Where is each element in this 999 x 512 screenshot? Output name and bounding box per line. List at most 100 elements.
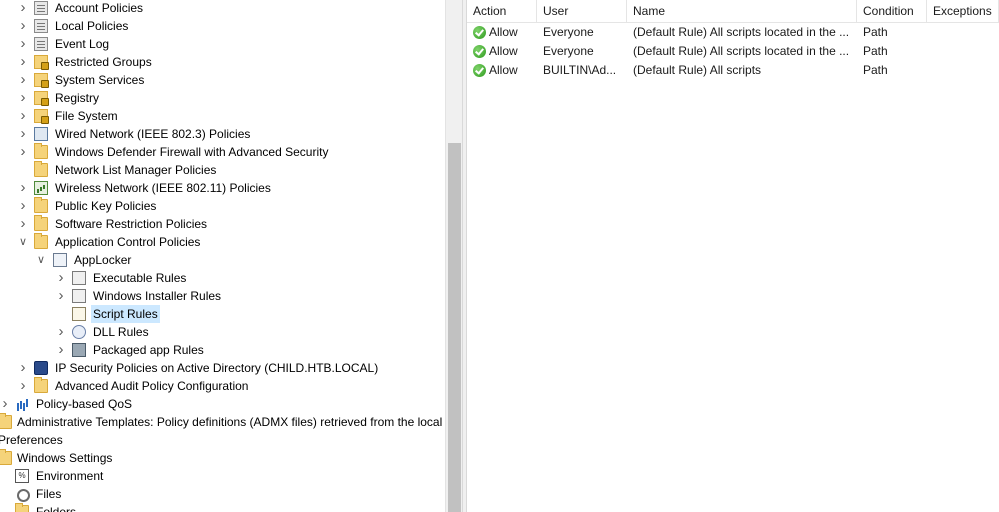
tree-item-label: Folders xyxy=(36,505,77,512)
tree-item[interactable]: › Policy-based QoS xyxy=(0,395,445,413)
files-icon xyxy=(15,487,30,502)
tree-item[interactable]: Files xyxy=(0,485,445,503)
tree-item[interactable]: Windows Settings xyxy=(0,449,445,467)
expand-chevron-icon[interactable]: › xyxy=(56,269,66,287)
tree-item-label: DLL Rules xyxy=(93,325,149,339)
locked-folder-icon xyxy=(34,91,49,106)
folder-icon xyxy=(34,161,48,177)
tree-item[interactable]: % Environment xyxy=(0,467,445,485)
tree-item[interactable]: › Public Key Policies xyxy=(0,197,445,215)
column-header-exceptions[interactable]: Exceptions xyxy=(927,0,999,23)
tree-item[interactable]: Administrative Templates: Policy definit… xyxy=(0,413,445,431)
tree-item[interactable]: › IP Security Policies on Active Director… xyxy=(0,359,445,377)
column-header-user[interactable]: User xyxy=(537,0,627,23)
ipsec-icon xyxy=(34,361,48,375)
tree-item[interactable]: › System Services xyxy=(0,71,445,89)
column-header-action[interactable]: Action xyxy=(467,0,537,23)
expand-chevron-icon[interactable]: › xyxy=(18,179,28,197)
folder-icon xyxy=(34,143,48,159)
tree-item-label: System Services xyxy=(55,73,145,87)
rules-list-view[interactable]: Action User Name Condition Exceptions Allow E… xyxy=(467,0,999,512)
tree-item[interactable]: › Software Restriction Policies xyxy=(0,215,445,233)
tree-item[interactable]: › Restricted Groups xyxy=(0,53,445,71)
tree-item-label: Application Control Policies xyxy=(55,235,201,249)
expand-chevron-icon[interactable]: › xyxy=(18,359,28,377)
tree-item[interactable]: › File System xyxy=(0,107,445,125)
column-header-name[interactable]: Name xyxy=(627,0,857,23)
cell-exceptions xyxy=(927,42,999,61)
expand-chevron-icon[interactable]: › xyxy=(18,89,28,107)
expand-chevron-icon[interactable]: › xyxy=(18,125,28,143)
cell-exceptions xyxy=(927,23,999,42)
tree-item[interactable]: › Event Log xyxy=(0,35,445,53)
cell-condition: Path xyxy=(863,63,888,77)
expand-chevron-icon[interactable]: › xyxy=(56,287,66,305)
expand-chevron-icon[interactable]: › xyxy=(18,35,28,53)
tree-item[interactable]: › Registry xyxy=(0,89,445,107)
folder-icon xyxy=(34,377,48,393)
allow-check-icon xyxy=(473,64,486,77)
tree-item[interactable]: Preferences xyxy=(0,431,445,449)
tree-scrollbar[interactable] xyxy=(445,0,462,512)
locked-folder-icon xyxy=(34,73,49,88)
tree-item-label: Environment xyxy=(36,469,104,483)
column-header-condition[interactable]: Condition xyxy=(857,0,927,23)
expand-chevron-icon[interactable]: › xyxy=(18,17,28,35)
tree-item[interactable]: › Wireless Network (IEEE 802.11) Policies xyxy=(0,179,445,197)
expand-chevron-icon[interactable]: › xyxy=(18,143,28,161)
collapse-chevron-icon[interactable]: ∨ xyxy=(36,251,46,269)
policy-icon xyxy=(34,37,48,51)
expand-chevron-icon[interactable]: › xyxy=(56,323,66,341)
expand-chevron-icon[interactable]: › xyxy=(0,395,10,413)
expand-chevron-icon[interactable]: › xyxy=(18,215,28,233)
tree-item-label: Preferences xyxy=(0,433,63,447)
cell-user: Everyone xyxy=(543,44,594,58)
tree-item[interactable]: › Packaged app Rules xyxy=(0,341,445,359)
expand-chevron-icon[interactable]: › xyxy=(18,53,28,71)
tree-item[interactable]: Network List Manager Policies xyxy=(0,161,445,179)
allow-check-icon xyxy=(473,26,486,39)
policy-icon xyxy=(34,1,48,15)
tree-item[interactable]: Folders xyxy=(0,503,445,512)
tree-item[interactable]: › Local Policies xyxy=(0,17,445,35)
cell-user: Everyone xyxy=(543,25,594,39)
locked-folder-icon xyxy=(34,109,49,124)
folder-icon xyxy=(0,413,12,429)
tree-item[interactable]: › DLL Rules xyxy=(0,323,445,341)
cell-name: (Default Rule) All scripts xyxy=(633,63,762,77)
table-row[interactable]: Allow Everyone (Default Rule) All scripts … xyxy=(467,42,999,61)
tree-item-label: Event Log xyxy=(55,37,110,51)
tree-item[interactable]: › Windows Defender Firewall with Advanced… xyxy=(0,143,445,161)
tree-item[interactable]: ∨ Application Control Policies xyxy=(0,233,445,251)
cell-action: Allow xyxy=(467,61,537,80)
tree-item-label: Local Policies xyxy=(55,19,129,33)
wifi-icon xyxy=(34,181,48,195)
tree-item-label: Network List Manager Policies xyxy=(55,163,217,177)
expand-chevron-icon[interactable]: › xyxy=(56,341,66,359)
table-row[interactable]: Allow Everyone (Default Rule) All scripts … xyxy=(467,23,999,42)
collapse-chevron-icon[interactable]: ∨ xyxy=(18,233,28,251)
expand-chevron-icon[interactable]: › xyxy=(18,71,28,89)
expand-chevron-icon[interactable]: › xyxy=(18,197,28,215)
folder-icon xyxy=(34,233,48,249)
expand-chevron-icon[interactable]: › xyxy=(18,377,28,395)
cell-exceptions xyxy=(927,61,999,80)
table-row[interactable]: Allow BUILTIN\Ad... (Default Rule) All scr… xyxy=(467,61,999,80)
package-icon xyxy=(72,343,86,357)
expand-chevron-icon[interactable]: › xyxy=(18,0,28,17)
tree-item[interactable]: › Advanced Audit Policy Configuration xyxy=(0,377,445,395)
folder-icon xyxy=(0,449,12,465)
tree-scroll-thumb[interactable] xyxy=(448,143,461,512)
cell-action: Allow xyxy=(467,23,537,42)
tree-item[interactable]: › Windows Installer Rules xyxy=(0,287,445,305)
tree-item[interactable]: ∨ AppLocker xyxy=(0,251,445,269)
tree-item[interactable]: Script Rules xyxy=(0,305,445,323)
tree-item-label: Policy-based QoS xyxy=(36,397,133,411)
tree-item[interactable]: › Account Policies xyxy=(0,0,445,17)
cell-name: (Default Rule) All scripts located in th… xyxy=(633,25,850,39)
console-tree[interactable]: › Account Policies › Local Policies › Event L… xyxy=(0,0,445,512)
tree-item[interactable]: › Wired Network (IEEE 802.3) Policies xyxy=(0,125,445,143)
tree-item-label: Windows Defender Firewall with Advanced … xyxy=(55,145,329,159)
tree-item[interactable]: › Executable Rules xyxy=(0,269,445,287)
expand-chevron-icon[interactable]: › xyxy=(18,107,28,125)
